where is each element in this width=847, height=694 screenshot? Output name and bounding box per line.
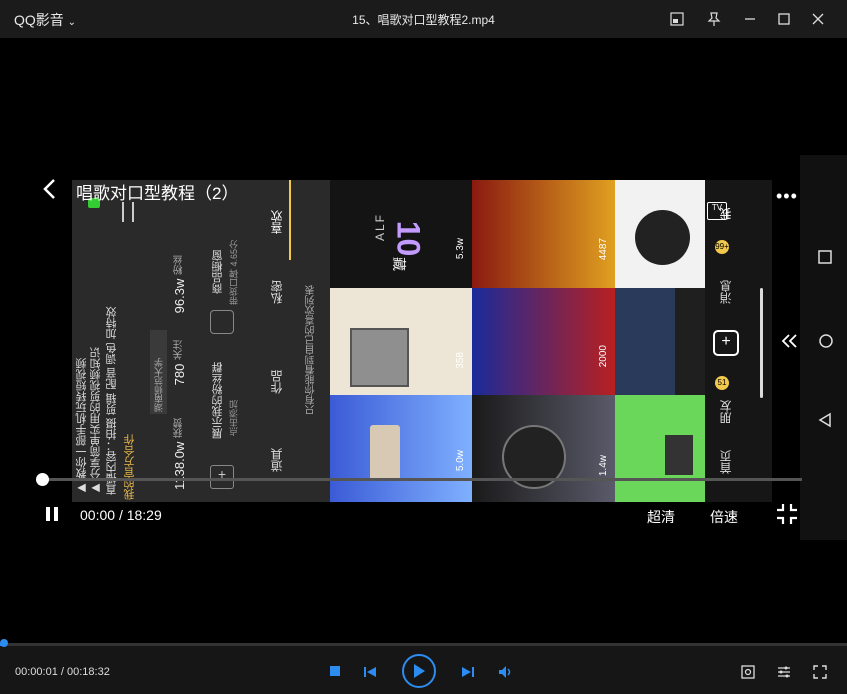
banner-text: ALF bbox=[373, 212, 388, 242]
like-count: 5.0w bbox=[455, 450, 466, 472]
maximize-icon[interactable] bbox=[774, 9, 794, 29]
fans-stat: 96.3w 粉丝 bbox=[172, 255, 187, 313]
close-icon[interactable] bbox=[808, 9, 828, 29]
status-total-time: 00:18:32 bbox=[67, 666, 110, 678]
fans-group-label: 展示我的粉丝群 bbox=[212, 362, 224, 439]
profile-panel: ▶ 教你一部手机玩转短视频 ▶ 分享简单实用的剪视频知识 直播内容：拍摄 剪辑 … bbox=[72, 180, 330, 502]
circle-icon[interactable] bbox=[818, 333, 834, 354]
seek-bar[interactable] bbox=[42, 478, 802, 481]
man-thumb bbox=[615, 288, 675, 395]
banner-thumb: ALF 10 藏 bbox=[330, 180, 472, 288]
quality-button[interactable]: 超清 bbox=[647, 507, 675, 527]
volume-icon[interactable] bbox=[498, 664, 514, 680]
stop-icon[interactable] bbox=[328, 664, 342, 678]
shop-icon bbox=[210, 310, 234, 334]
calculator-thumb bbox=[330, 288, 472, 395]
seek-handle[interactable] bbox=[36, 473, 49, 486]
friends-badge: 51 bbox=[715, 376, 729, 390]
school-tag: 湖南师范大学 bbox=[150, 330, 167, 414]
back-icon[interactable] bbox=[42, 178, 58, 205]
main-progress-handle[interactable] bbox=[0, 639, 8, 647]
likes-value: 1138.0w bbox=[172, 441, 187, 490]
banner-number: 10 bbox=[390, 220, 427, 257]
shop-sub: 带货口碑 4.65分 bbox=[229, 240, 239, 306]
green-thumb bbox=[615, 395, 705, 502]
main-progress-bar[interactable] bbox=[0, 643, 847, 646]
previous-icon[interactable] bbox=[362, 664, 378, 680]
screenshot-icon[interactable] bbox=[740, 664, 756, 680]
like-count: 4487 bbox=[598, 238, 609, 261]
playback-time: 00:00 / 18:29 bbox=[80, 507, 162, 523]
likes-label: 获赞 bbox=[174, 418, 185, 438]
nav-friends: 朋友 bbox=[719, 400, 733, 424]
next-icon[interactable] bbox=[460, 664, 476, 680]
profile-line: 我的官方合作 bbox=[124, 434, 136, 500]
likes-hint: 只有你能看到自己的喜欢列表 bbox=[306, 285, 317, 415]
nav-me: 我 bbox=[719, 208, 733, 220]
status-current-time: 00:00:01 bbox=[15, 666, 58, 678]
minimize-icon[interactable] bbox=[740, 9, 760, 29]
concert-thumb bbox=[472, 288, 615, 395]
follow-value: 780 bbox=[172, 363, 187, 386]
tab-props: 道具 bbox=[270, 448, 284, 472]
stage-thumb bbox=[330, 395, 472, 502]
profile-line: 直播内容：拍摄 剪辑 配音 调色 加特效 bbox=[106, 306, 118, 495]
home-indicator bbox=[760, 288, 763, 398]
fans-label: 粉丝 bbox=[174, 255, 185, 275]
fans-value: 96.3w bbox=[172, 278, 187, 314]
like-count: 1.4w bbox=[598, 455, 609, 477]
more-icon[interactable]: ••• bbox=[776, 186, 798, 207]
fullscreen-icon[interactable] bbox=[812, 664, 828, 680]
singer-thumb bbox=[472, 395, 615, 502]
settings-sliders-icon[interactable] bbox=[776, 664, 792, 680]
time-separator: / bbox=[118, 507, 123, 523]
performer-image bbox=[370, 425, 400, 480]
pin-icon[interactable] bbox=[704, 9, 724, 29]
video-content-phone-screen: ▶ 教你一部手机玩转短视频 ▶ 分享简单实用的剪视频知识 直播内容：拍摄 剪辑 … bbox=[72, 180, 772, 502]
like-count: 2000 bbox=[598, 345, 609, 368]
messages-badge: 99+ bbox=[715, 240, 729, 254]
banner-sub: 藏 bbox=[391, 257, 407, 271]
calculator-image bbox=[350, 328, 409, 387]
fans-group-sub: 点击添加 bbox=[229, 400, 239, 436]
speed-button[interactable]: 倍速 bbox=[710, 507, 738, 527]
mini-mode-icon[interactable] bbox=[667, 9, 687, 29]
exit-fullscreen-icon[interactable] bbox=[776, 503, 798, 530]
follow-stat: 780 关注 bbox=[172, 340, 187, 385]
create-icon: + bbox=[713, 330, 739, 356]
like-count: 358 bbox=[455, 352, 466, 369]
tab-likes: 喜欢 bbox=[270, 210, 284, 234]
like-count: 5.3w bbox=[455, 238, 466, 260]
video-grid: ALF 10 藏 5.3w 4487 358 2000 5.0w 1.4w TV… bbox=[330, 180, 772, 502]
shop-label: 商品橱窗 bbox=[212, 250, 224, 294]
figure-image bbox=[665, 435, 693, 475]
video-title-overlay: 唱歌对口型教程（2） bbox=[76, 184, 239, 203]
bottom-nav: TV 我 99+ 消息 + 51 朋友 首页 bbox=[705, 180, 772, 502]
active-tab-indicator bbox=[289, 180, 291, 260]
total-time: 18:29 bbox=[126, 507, 162, 523]
tab-private: 私密 bbox=[270, 280, 284, 304]
menu-icon bbox=[122, 202, 134, 222]
square-icon[interactable] bbox=[818, 250, 832, 269]
stage-red-thumb bbox=[472, 180, 615, 288]
current-time: 00:00 bbox=[80, 507, 116, 523]
pause-icon[interactable] bbox=[45, 506, 59, 527]
nav-home: 首页 bbox=[719, 450, 733, 474]
portrait-image bbox=[635, 210, 690, 265]
play-button[interactable] bbox=[402, 654, 436, 688]
add-icon: + bbox=[210, 465, 234, 489]
follow-label: 关注 bbox=[174, 340, 185, 360]
nav-messages: 消息 bbox=[719, 280, 733, 304]
tab-works: 作品 bbox=[270, 370, 284, 394]
triangle-back-icon[interactable] bbox=[818, 412, 832, 433]
collapse-left-icon[interactable] bbox=[781, 333, 799, 354]
status-time: 00:00:01 / 00:18:32 bbox=[15, 666, 110, 678]
profile-line: ▶ 分享简单实用的剪视频知识 bbox=[90, 346, 102, 495]
